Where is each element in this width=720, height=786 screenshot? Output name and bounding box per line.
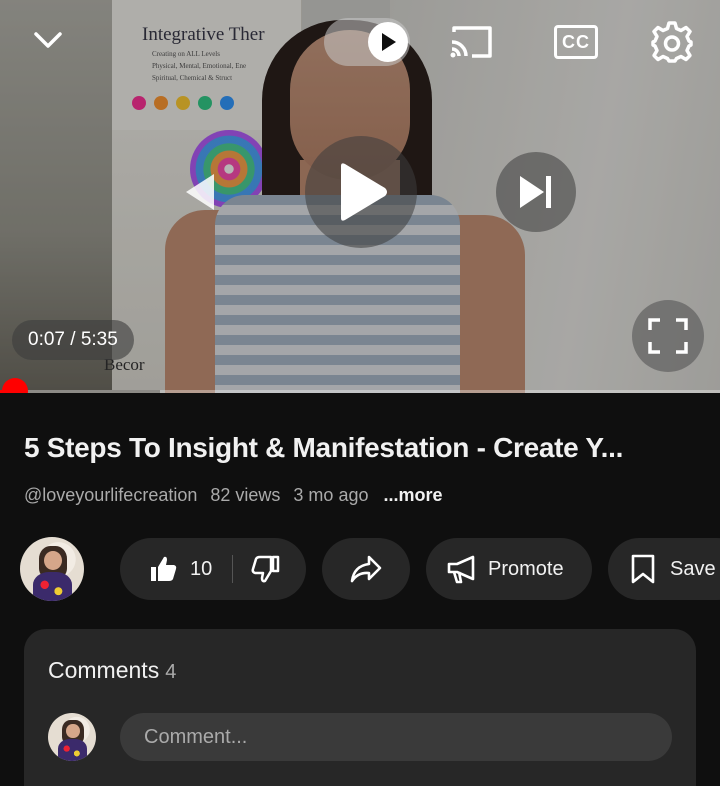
comments-heading: Comments xyxy=(48,657,160,683)
promote-label: Promote xyxy=(488,557,564,580)
thumbs-down-icon[interactable] xyxy=(251,554,281,584)
previous-button[interactable] xyxy=(170,160,230,224)
autoplay-toggle[interactable] xyxy=(324,18,410,66)
video-title[interactable]: 5 Steps To Insight & Manifestation - Cre… xyxy=(24,432,714,464)
progress-bar[interactable] xyxy=(0,378,720,393)
comment-input[interactable] xyxy=(120,713,672,761)
next-icon xyxy=(520,176,551,208)
megaphone-icon xyxy=(447,555,475,584)
next-button[interactable] xyxy=(496,152,576,232)
chevron-down-icon xyxy=(34,32,62,48)
bookmark-icon xyxy=(631,554,655,584)
gear-icon xyxy=(651,21,693,63)
save-button[interactable]: Save xyxy=(608,538,720,600)
view-count: 82 views xyxy=(210,485,281,505)
like-count: 10 xyxy=(190,557,213,580)
channel-handle[interactable]: @loveyourlifecreation xyxy=(24,485,197,505)
cast-button[interactable] xyxy=(446,20,496,64)
save-label: Save xyxy=(670,557,716,580)
play-icon xyxy=(382,33,396,51)
channel-avatar[interactable] xyxy=(20,537,84,601)
upload-age: 3 mo ago xyxy=(293,485,369,505)
fullscreen-button[interactable] xyxy=(632,300,704,372)
cast-icon xyxy=(450,26,492,58)
share-button[interactable] xyxy=(322,538,410,600)
user-avatar xyxy=(48,713,96,761)
thumbs-up-icon[interactable] xyxy=(148,554,178,584)
time-display: 0:07 / 5:35 xyxy=(12,320,134,360)
video-player[interactable]: Integrative Ther Creating on ALL Levels … xyxy=(0,0,720,393)
cc-icon: CC xyxy=(554,25,598,59)
more-link[interactable]: ...more xyxy=(384,485,443,505)
like-dislike-group: 10 xyxy=(120,538,306,600)
comments-panel[interactable]: Comments 4 xyxy=(24,629,696,786)
captions-button[interactable]: CC xyxy=(552,20,600,64)
video-meta[interactable]: @loveyourlifecreation 82 views 3 mo ago … xyxy=(24,485,451,506)
promote-button[interactable]: Promote xyxy=(426,538,592,600)
settings-button[interactable] xyxy=(648,18,696,66)
cc-label: CC xyxy=(562,31,590,52)
fullscreen-icon xyxy=(648,318,688,354)
share-icon xyxy=(350,555,382,583)
previous-icon xyxy=(186,174,214,210)
comments-count: 4 xyxy=(165,661,177,683)
comments-header: Comments 4 xyxy=(48,657,176,684)
collapse-button[interactable] xyxy=(26,24,70,56)
play-button[interactable] xyxy=(305,136,417,248)
play-icon xyxy=(341,163,387,221)
like-divider xyxy=(232,555,234,583)
autoplay-knob xyxy=(368,22,408,62)
